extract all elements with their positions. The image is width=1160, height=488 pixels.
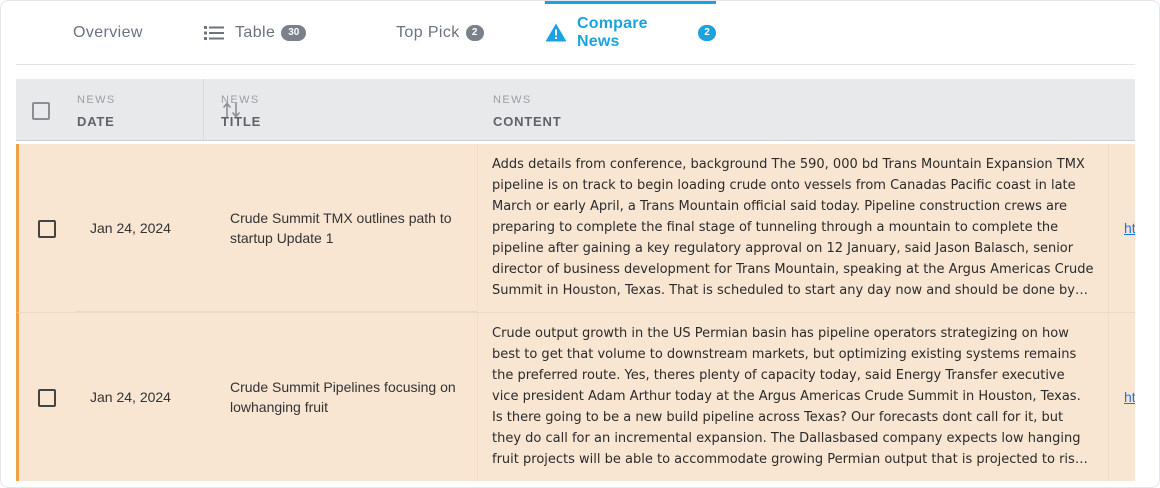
tab-compare-news[interactable]: Compare News 2 [545, 1, 716, 64]
tab-top-pick[interactable]: Top Pick 2 [396, 1, 484, 64]
column-label: CONTENT [493, 114, 562, 129]
news-content: Adds details from conference, background… [492, 157, 1094, 298]
select-all-checkbox[interactable] [32, 102, 50, 120]
tab-table[interactable]: Table 30 [204, 1, 307, 64]
select-all-cell [16, 79, 74, 141]
table-row[interactable]: Jan 24, 2024 Crude Summit TMX outlines p… [16, 144, 1135, 312]
news-content: Crude output growth in the US Permian ba… [492, 326, 1083, 467]
tab-label: Top Pick [396, 23, 460, 41]
row-checkbox[interactable] [38, 220, 56, 238]
list-icon [204, 25, 224, 41]
tab-overview[interactable]: Overview [73, 1, 143, 64]
column-header-date[interactable]: NEWS DATE [74, 79, 241, 141]
column-header-title[interactable]: NEWS TITLE [205, 79, 477, 141]
news-date: Jan 24, 2024 [90, 389, 171, 405]
tab-label: Compare News [577, 14, 648, 50]
tab-label: Overview [73, 23, 143, 41]
compare-news-panel: Overview Table 30 Top Pick 2 Compare New… [0, 0, 1160, 488]
column-group-label: NEWS [493, 94, 532, 106]
tab-label: Table [235, 23, 276, 41]
news-content-cell: Crude output growth in the US Permian ba… [477, 313, 1109, 481]
count-badge: 2 [465, 24, 484, 41]
column-header-content[interactable]: NEWS CONTENT [477, 79, 1135, 141]
news-link[interactable]: ht [1124, 389, 1135, 405]
news-table: NEWS DATE NEWS TITLE NEWS CONTENT Jan 24… [16, 79, 1135, 481]
column-label: TITLE [221, 114, 262, 129]
table-row[interactable]: Jan 24, 2024 Crude Summit Pipelines focu… [16, 312, 1135, 481]
column-group-label: NEWS [221, 94, 260, 106]
count-badge: 2 [698, 24, 716, 41]
news-title: Crude Summit TMX outlines path to startu… [230, 210, 452, 246]
column-label: DATE [77, 114, 115, 129]
news-link[interactable]: ht [1124, 220, 1135, 236]
tab-bar: Overview Table 30 Top Pick 2 Compare New… [16, 1, 1135, 65]
count-badge: 30 [281, 24, 307, 41]
column-group-label: NEWS [77, 94, 116, 106]
warning-icon [545, 23, 567, 42]
news-content-cell: Adds details from conference, background… [477, 144, 1109, 312]
table-header: NEWS DATE NEWS TITLE NEWS CONTENT [16, 79, 1135, 141]
news-title: Crude Summit Pipelines focusing on lowha… [230, 379, 456, 415]
row-checkbox[interactable] [38, 389, 56, 407]
news-date: Jan 24, 2024 [90, 220, 171, 236]
